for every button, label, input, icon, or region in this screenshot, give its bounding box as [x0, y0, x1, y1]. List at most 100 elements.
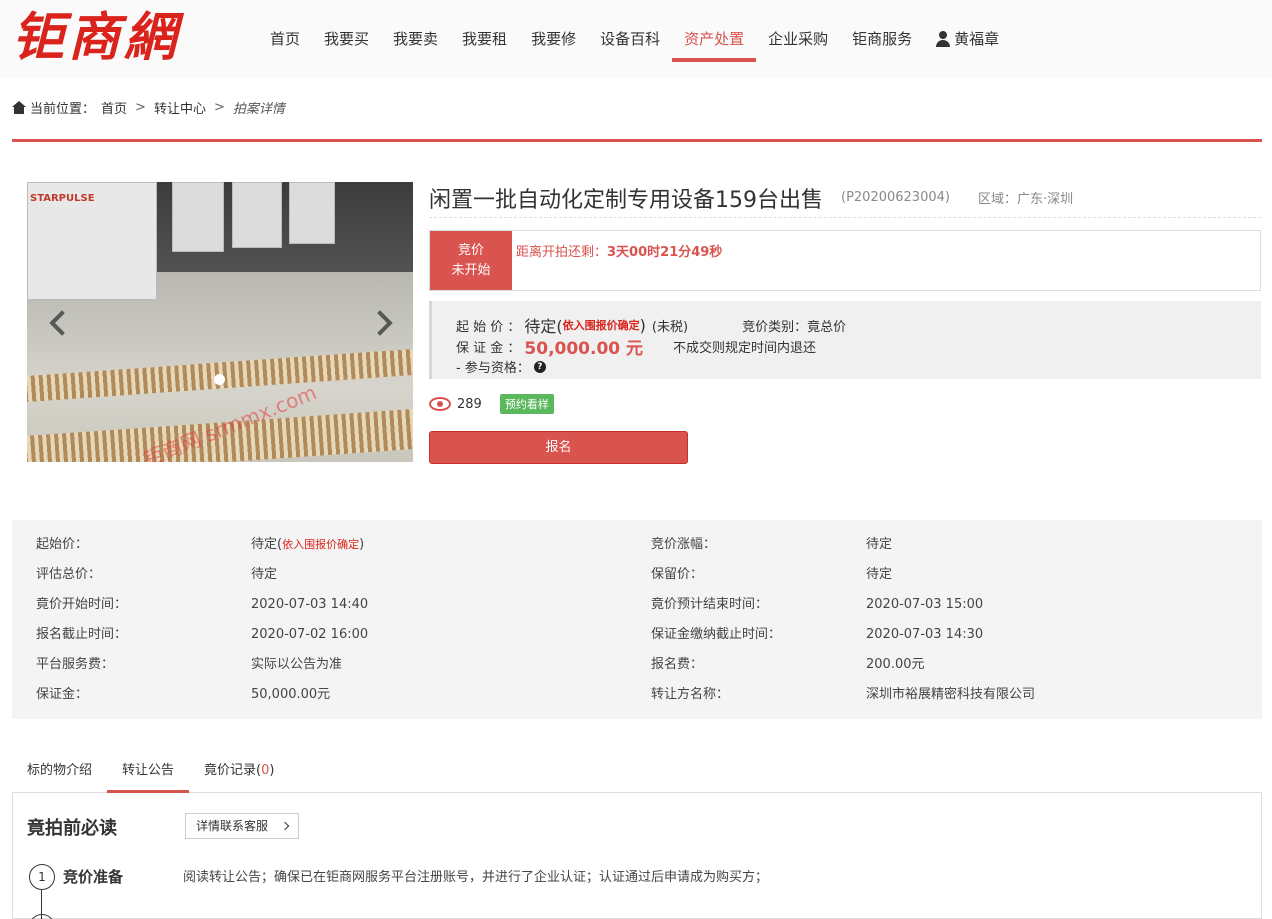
- carousel-indicator-dot[interactable]: [214, 374, 225, 385]
- start-price-label: 起 始 价 ：: [456, 319, 521, 335]
- step-number-next: [29, 914, 55, 919]
- info-value: 2020-07-02 16:00: [251, 627, 369, 642]
- views-row: 289 预约看样: [429, 394, 554, 414]
- nav-repair[interactable]: 我要修: [519, 0, 588, 78]
- breadcrumb-separator: >: [135, 99, 146, 115]
- deposit-note: 不成交则规定时间内退还: [673, 341, 817, 356]
- info-row: 平台服务费： 实际以公告为准 报名费： 200.00元: [12, 650, 1262, 680]
- tab-bid-records[interactable]: 竟价记录(0): [189, 753, 289, 792]
- breadcrumb-transfer-center[interactable]: 转让中心: [154, 98, 206, 117]
- nav-enterprise-procurement[interactable]: 企业采购: [756, 0, 840, 78]
- listing-region: 区域：广东·深圳: [977, 192, 1074, 207]
- bid-type: 竞价类别：竟总价: [742, 319, 847, 335]
- photo-brand-text: STARPULSE: [30, 193, 95, 204]
- nav-rent[interactable]: 我要租: [450, 0, 519, 78]
- listing-code: (P20200623004): [841, 190, 950, 205]
- top-header: 钜商網 首页 我要买 我要卖 我要租 我要修 设备百科 资产处置 企业采购 钜商…: [0, 0, 1272, 78]
- nav-asset-disposal[interactable]: 资产处置: [672, 0, 757, 78]
- deposit-value: 50,000.00 元: [524, 339, 644, 359]
- step-description: 阅读转让公告；确保已在钜商网服务平台注册账号，并进行了企业认证；认证通过后申请成…: [183, 870, 769, 885]
- info-row: 报名截止时间： 2020-07-02 16:00 保证金缴纳截止时间： 2020-07…: [12, 620, 1262, 650]
- auction-info-table: 起始价： 待定(依入围报价确定) 竞价涨幅： 待定 评估总价： 待定 保留价： 待定 竟价开始时…: [12, 520, 1262, 719]
- deposit-label: 保 证 金 ：: [456, 341, 521, 356]
- breadcrumb-separator: >: [213, 99, 225, 115]
- chevron-right-icon: [280, 821, 290, 831]
- step-title: 竞价准备: [63, 868, 124, 886]
- info-label: 竞价涨幅：: [651, 537, 717, 552]
- breadcrumb-label: 当前位置：: [30, 101, 96, 117]
- info-value: 200.00元: [866, 657, 925, 672]
- user-menu[interactable]: 黄福章: [924, 0, 1011, 78]
- start-price-note: 依入围报价确定: [562, 319, 640, 332]
- countdown-value: 3天00时21分49秒: [607, 245, 723, 260]
- info-label: 评估总价：: [36, 567, 102, 582]
- main-nav: 首页 我要买 我要卖 我要租 我要修 设备百科 资产处置 企业采购 钜商服务 黄…: [258, 0, 1011, 78]
- info-label: 保证金：: [36, 687, 89, 702]
- nav-encyclopedia[interactable]: 设备百科: [588, 0, 672, 78]
- info-row: 保证金： 50,000.00元 转让方名称： 深圳市裕展精密科技有限公司: [12, 680, 1262, 710]
- countdown-label: 距离开拍还剩：: [516, 245, 608, 260]
- detail-tabs: 标的物介绍 转让公告 竟价记录(0): [12, 753, 1262, 793]
- home-icon: [12, 100, 26, 114]
- info-value: 2020-07-03 14:40: [251, 597, 369, 612]
- info-label: 竟价开始时间：: [36, 597, 128, 612]
- step-number: 1: [29, 864, 55, 890]
- product-photo-carousel[interactable]: STARPULSE 钜商网 srmmx.com: [27, 182, 413, 462]
- deposit-row: 保 证 金 ： 50,000.00 元 不成交则规定时间内退还: [456, 334, 816, 359]
- info-row: 评估总价： 待定 保留价： 待定: [12, 560, 1262, 590]
- info-label: 保证金缴纳截止时间：: [651, 627, 782, 642]
- question-icon[interactable]: ?: [533, 360, 546, 373]
- machine-shape: STARPULSE: [27, 182, 157, 300]
- info-label: 报名费：: [651, 657, 704, 672]
- nav-sell[interactable]: 我要卖: [381, 0, 450, 78]
- auction-status-box: 竞价 未开始 距离开拍还剩：3天00时21分49秒: [429, 230, 1261, 291]
- appointment-button[interactable]: 预约看样: [499, 394, 554, 414]
- tab-transfer-notice[interactable]: 转让公告: [107, 753, 190, 793]
- section-divider: [12, 139, 1262, 142]
- user-icon: [936, 31, 951, 47]
- info-value: 2020-07-03 14:30: [866, 627, 984, 642]
- breadcrumb-home[interactable]: 首页: [101, 98, 127, 117]
- info-label: 保留价：: [651, 567, 704, 582]
- info-value: 待定: [866, 567, 893, 582]
- info-label: 平台服务费：: [36, 657, 115, 672]
- user-name: 黄福章: [954, 30, 1000, 48]
- info-note: 依入围报价确定: [282, 538, 360, 551]
- nav-home[interactable]: 首页: [258, 0, 312, 78]
- notice-panel: 竟拍前必读 详情联系客服 1 竞价准备 阅读转让公告；确保已在钜商网服务平台注册…: [12, 792, 1262, 919]
- nav-services[interactable]: 钜商服务: [840, 0, 924, 78]
- info-row: 竟价开始时间： 2020-07-03 14:40 竟价预计结束时间： 2020-07-…: [12, 590, 1262, 620]
- breadcrumb: 当前位置： 首页 > 转让中心 > 拍案详情: [12, 97, 285, 117]
- qualification-label: - 参与资格：: [456, 361, 530, 376]
- qualification-row: - 参与资格： ?: [456, 357, 546, 376]
- tab-item-intro[interactable]: 标的物介绍: [12, 753, 107, 792]
- info-label: 转让方名称：: [651, 687, 730, 702]
- info-value: 50,000.00元: [251, 687, 331, 702]
- breadcrumb-current: 拍案详情: [232, 101, 285, 117]
- info-value: 深圳市裕展精密科技有限公司: [866, 687, 1036, 702]
- info-value: 实际以公告为准: [251, 657, 343, 672]
- info-value: 2020-07-03 15:00: [866, 597, 984, 612]
- tax-note: (未税): [651, 319, 689, 335]
- info-value: 待定: [251, 567, 278, 582]
- info-row: 起始价： 待定(依入围报价确定) 竞价涨幅： 待定: [12, 530, 1262, 560]
- status-line1: 竞价: [457, 242, 484, 258]
- contact-service-button[interactable]: 详情联系客服: [185, 813, 299, 839]
- info-value: 待定: [866, 537, 893, 552]
- info-label: 竟价预计结束时间：: [651, 597, 769, 612]
- listing-title: 闲置一批自动化定制专用设备159台出售: [429, 187, 823, 213]
- status-line2: 未开始: [451, 262, 491, 278]
- info-label: 报名截止时间：: [36, 627, 128, 642]
- countdown: 距离开拍还剩：3天00时21分49秒: [516, 241, 722, 260]
- info-value: 待定(依入围报价确定): [251, 537, 365, 552]
- price-box: 起 始 价 ： 待定(依入围报价确定) (未税) 竞价类别：竟总价 保 证 金 …: [429, 301, 1261, 379]
- notice-title: 竟拍前必读: [27, 818, 117, 839]
- listing-title-row: 闲置一批自动化定制专用设备159台出售 (P20200623004) 区域：广东…: [429, 178, 1261, 218]
- info-label: 起始价：: [36, 537, 89, 552]
- site-logo[interactable]: 钜商網: [12, 6, 180, 70]
- signup-button[interactable]: 报名: [429, 431, 688, 464]
- view-count: 289: [457, 396, 482, 412]
- eye-icon: [429, 397, 451, 411]
- status-badge: 竞价 未开始: [430, 231, 512, 290]
- nav-buy[interactable]: 我要买: [312, 0, 381, 78]
